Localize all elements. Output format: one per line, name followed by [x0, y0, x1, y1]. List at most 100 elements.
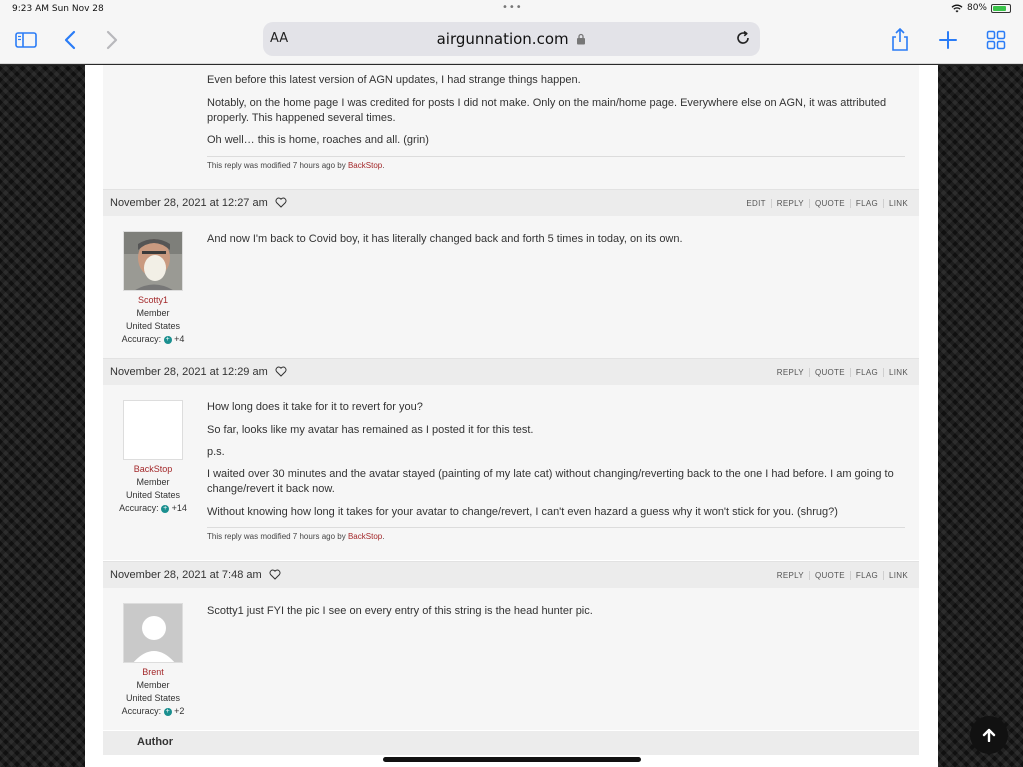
author-country: United States — [125, 490, 181, 500]
heart-icon[interactable] — [275, 197, 287, 208]
heart-icon[interactable] — [275, 366, 287, 377]
carbon-background-right — [938, 65, 1023, 767]
author-accuracy: Accuracy: + +14 — [103, 502, 203, 515]
quote-link[interactable]: QUOTE — [808, 199, 850, 208]
status-bar: 9:23 AM Sun Nov 28 ••• 80% — [0, 0, 1023, 18]
back-icon[interactable] — [60, 26, 80, 54]
accuracy-label: Accuracy: — [119, 503, 159, 513]
accuracy-value: +2 — [174, 706, 185, 716]
lock-icon — [577, 33, 586, 45]
post-actions: REPLY QUOTE FLAG LINK — [772, 571, 913, 580]
post-paragraph: And now I'm back to Covid boy, it has li… — [207, 233, 683, 245]
post-header: November 28, 2021 at 12:27 am EDIT REPLY… — [103, 189, 919, 216]
address-host: airgunnation.com — [263, 30, 760, 48]
quote-link[interactable]: QUOTE — [808, 368, 850, 377]
author-block: Scotty1 Member United States Accuracy: +… — [103, 231, 203, 346]
modified-by-link[interactable]: BackStop — [348, 532, 382, 541]
home-indicator[interactable] — [383, 757, 641, 762]
reply-author-bar: Author — [103, 731, 919, 755]
post-paragraph: Without knowing how long it takes for yo… — [207, 506, 838, 518]
author-block: Brent Member United States Accuracy: + +… — [103, 603, 203, 718]
carbon-background-left — [0, 65, 85, 767]
url-host-text: airgunnation.com — [436, 30, 569, 48]
browser-toolbar: AA airgunnation.com — [0, 18, 1023, 64]
author-name[interactable]: Scotty1 — [103, 294, 203, 307]
post-actions: REPLY QUOTE FLAG LINK — [772, 368, 913, 377]
wifi-icon — [951, 4, 963, 12]
author-block: BackStop Member United States Accuracy: … — [103, 400, 203, 515]
post-paragraph: So far, looks like my avatar has remaine… — [207, 424, 534, 436]
author-accuracy: Accuracy: + +2 — [103, 705, 203, 718]
new-tab-icon[interactable] — [937, 26, 959, 54]
sidebar-icon[interactable] — [14, 26, 38, 54]
plus-icon: + — [163, 707, 172, 716]
modified-suffix: . — [382, 161, 385, 170]
post-body: BackStop Member United States Accuracy: … — [103, 385, 919, 560]
address-bar[interactable]: AA airgunnation.com — [263, 22, 760, 56]
status-time: 9:23 AM Sun Nov 28 — [12, 4, 104, 14]
post-paragraph: p.s. — [207, 446, 225, 458]
scroll-to-top-button[interactable] — [970, 716, 1008, 754]
accuracy-value: +4 — [174, 334, 185, 344]
heart-icon[interactable] — [269, 569, 281, 580]
author-name[interactable]: Brent — [103, 666, 203, 679]
post-paragraph: Notably, on the home page I was credited… — [207, 97, 887, 124]
flag-link[interactable]: FLAG — [849, 571, 883, 580]
status-right: 80% — [951, 3, 1011, 13]
author-country: United States — [125, 321, 181, 331]
accuracy-label: Accuracy: — [121, 334, 162, 344]
modified-text: This reply was modified 7 hours ago by — [207, 532, 348, 541]
author-role: Member — [136, 477, 170, 487]
permalink-link[interactable]: LINK — [883, 571, 913, 580]
reply-link[interactable]: REPLY — [772, 368, 809, 377]
post-body: Brent Member United States Accuracy: + +… — [103, 588, 919, 730]
modified-text: This reply was modified 7 hours ago by — [207, 161, 348, 170]
share-icon[interactable] — [889, 26, 911, 54]
battery-icon — [991, 3, 1011, 13]
modified-by-link[interactable]: BackStop — [348, 161, 382, 170]
plus-icon: + — [163, 335, 172, 344]
post-paragraph: Even before this latest version of AGN u… — [207, 74, 581, 86]
multitask-dots-icon[interactable]: ••• — [502, 2, 523, 13]
post-header: November 28, 2021 at 12:29 am REPLY QUOT… — [103, 358, 919, 385]
post-paragraph: How long does it take for it to revert f… — [207, 401, 423, 413]
flag-link[interactable]: FLAG — [849, 199, 883, 208]
author-role: Member — [136, 308, 170, 318]
post-paragraph: Scotty1 just FYI the pic I see on every … — [207, 605, 593, 617]
avatar[interactable] — [123, 603, 183, 663]
permalink-link[interactable]: LINK — [883, 368, 913, 377]
modified-note: This reply was modified 7 hours ago by B… — [207, 527, 905, 541]
post-body: Scotty1 Member United States Accuracy: +… — [103, 216, 919, 358]
post-date: November 28, 2021 at 7:48 am — [110, 569, 262, 581]
plus-icon: + — [161, 504, 170, 513]
reply-link[interactable]: REPLY — [772, 571, 809, 580]
quote-link[interactable]: QUOTE — [808, 571, 850, 580]
default-avatar-icon — [124, 604, 182, 662]
post-header: November 28, 2021 at 7:48 am REPLY QUOTE… — [103, 561, 919, 588]
reply-link[interactable]: REPLY — [770, 199, 809, 208]
permalink-link[interactable]: LINK — [883, 199, 913, 208]
avatar[interactable] — [123, 400, 183, 460]
author-accuracy: Accuracy: + +4 — [103, 333, 203, 346]
avatar[interactable] — [123, 231, 183, 291]
flag-link[interactable]: FLAG — [849, 368, 883, 377]
accuracy-value: +14 — [171, 503, 187, 513]
modified-suffix: . — [382, 532, 385, 541]
post-date: November 28, 2021 at 12:29 am — [110, 366, 268, 378]
author-role: Member — [136, 680, 170, 690]
post-date: November 28, 2021 at 12:27 am — [110, 197, 268, 209]
post-actions: EDIT REPLY QUOTE FLAG LINK — [741, 199, 913, 208]
author-country: United States — [125, 693, 181, 703]
edit-link[interactable]: EDIT — [741, 199, 770, 208]
accuracy-label: Accuracy: — [121, 706, 162, 716]
author-name[interactable]: BackStop — [103, 463, 203, 476]
forum-thread: Even before this latest version of AGN u… — [85, 65, 938, 767]
author-bar-label: Author — [137, 736, 174, 748]
modified-note: This reply was modified 7 hours ago by B… — [207, 156, 905, 170]
arrow-up-icon — [982, 728, 996, 742]
post-paragraph: Oh well… this is home, roaches and all. … — [207, 134, 429, 146]
tabs-overview-icon[interactable] — [985, 26, 1007, 54]
forward-icon[interactable] — [102, 26, 122, 54]
reload-icon[interactable] — [734, 29, 752, 51]
post-paragraph: I waited over 30 minutes and the avatar … — [207, 468, 894, 495]
